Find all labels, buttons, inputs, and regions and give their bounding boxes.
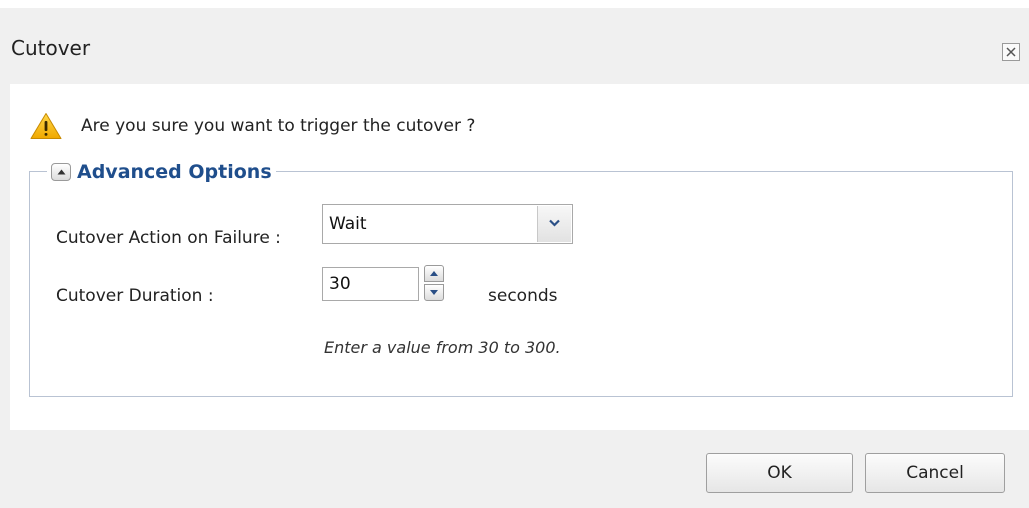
- close-button[interactable]: [1002, 43, 1020, 61]
- dialog-titlebar: Cutover: [0, 8, 1029, 84]
- close-icon: [1006, 47, 1016, 57]
- collapse-up-icon: [57, 169, 66, 175]
- advanced-options-legend: Advanced Options: [47, 159, 276, 185]
- spin-up-icon: [430, 271, 438, 276]
- dialog-title: Cutover: [11, 36, 91, 60]
- spin-down-icon: [430, 290, 438, 295]
- cutover-action-label: Cutover Action on Failure :: [56, 228, 281, 248]
- cutover-duration-label: Cutover Duration :: [56, 286, 214, 306]
- increment-button[interactable]: [424, 265, 444, 282]
- cutover-dialog: Cutover Are you sure you want to trigger…: [0, 0, 1029, 508]
- decrement-button[interactable]: [424, 284, 444, 301]
- duration-unit: seconds: [488, 286, 558, 306]
- top-strip: [0, 0, 1029, 8]
- cutover-action-value: Wait: [329, 214, 367, 234]
- dialog-content: Are you sure you want to trigger the cut…: [10, 84, 1029, 430]
- cancel-button[interactable]: Cancel: [865, 453, 1005, 493]
- ok-button[interactable]: OK: [706, 453, 853, 493]
- confirmation-message: Are you sure you want to trigger the cut…: [30, 110, 475, 142]
- dropdown-button[interactable]: [537, 206, 571, 242]
- cutover-duration-input[interactable]: [322, 267, 419, 301]
- confirmation-text: Are you sure you want to trigger the cut…: [81, 116, 476, 136]
- duration-hint: Enter a value from 30 to 300.: [324, 338, 561, 357]
- cutover-action-select[interactable]: Wait: [322, 204, 573, 244]
- chevron-down-icon: [549, 219, 560, 227]
- warning-icon: [30, 113, 62, 139]
- advanced-options-title[interactable]: Advanced Options: [77, 161, 272, 183]
- collapse-button[interactable]: [51, 163, 71, 181]
- duration-spinner: [424, 265, 444, 302]
